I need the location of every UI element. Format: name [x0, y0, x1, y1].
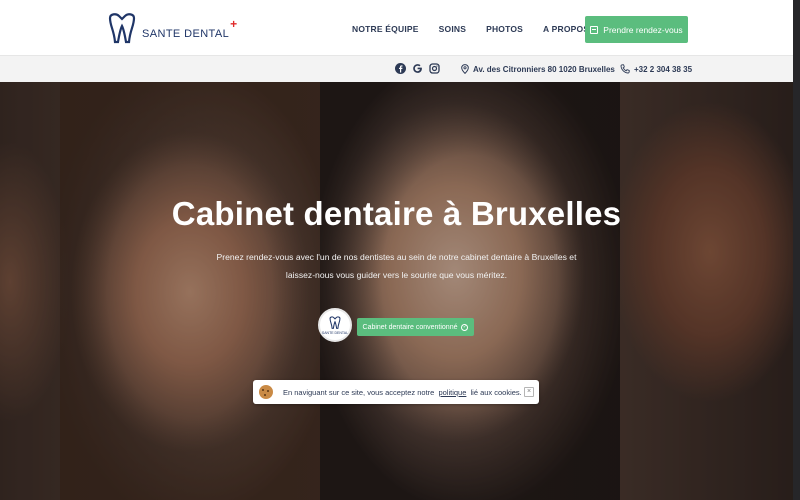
badge-logo-text: SANTE DENTAL — [321, 330, 349, 335]
calendar-icon — [590, 25, 599, 34]
instagram-icon[interactable] — [429, 63, 440, 74]
hero-title: Cabinet dentaire à Bruxelles — [171, 195, 622, 232]
browser-viewport: SANTE DENTAL+ NOTRE ÉQUIPE SOINS PHOTOS … — [0, 0, 793, 500]
scrollbar[interactable] — [793, 0, 800, 500]
logo-text: SANTE DENTAL+ — [142, 17, 238, 40]
nav-photos[interactable]: PHOTOS — [486, 24, 523, 34]
tooth-logo-icon — [329, 315, 341, 329]
book-appointment-button[interactable]: Prendre rendez-vous — [585, 16, 688, 43]
phone-icon — [620, 64, 630, 74]
map-pin-icon — [461, 64, 469, 74]
address[interactable]: Av. des Citronniers 80 1020 Bruxelles — [461, 64, 615, 74]
google-icon[interactable] — [412, 63, 423, 74]
cookie-icon — [259, 385, 273, 399]
site-header: SANTE DENTAL+ NOTRE ÉQUIPE SOINS PHOTOS … — [0, 2, 793, 55]
nav-a-propos[interactable]: A PROPOS — [543, 24, 589, 34]
cookie-text: En naviguant sur ce site, vous acceptez … — [283, 387, 522, 397]
check-circle-icon: ✓ — [461, 323, 469, 331]
nav-soins[interactable]: SOINS — [439, 24, 466, 34]
contact-bar: Av. des Citronniers 80 1020 Bruxelles +3… — [0, 55, 793, 82]
tooth-logo-icon — [108, 13, 136, 44]
site-logo[interactable]: SANTE DENTAL+ — [106, 12, 238, 46]
hero-overlay — [0, 82, 793, 500]
book-appointment-label: Prendre rendez-vous — [603, 24, 683, 35]
nav-notre-equipe[interactable]: NOTRE ÉQUIPE — [352, 24, 419, 34]
hero-subtitle: Prenez rendez-vous avec l'un de nos dent… — [216, 252, 577, 280]
conventionne-label: Cabinet dentaire conventionné — [362, 323, 458, 331]
conventionne-button[interactable]: Cabinet dentaire conventionné ✓ — [357, 318, 474, 336]
cookie-banner: En naviguant sur ce site, vous acceptez … — [253, 380, 539, 404]
cookie-policy-link[interactable]: politique — [438, 388, 466, 397]
hero-section: Cabinet dentaire à Bruxelles Prenez rend… — [0, 82, 793, 500]
badge-logo: SANTE DENTAL — [318, 308, 352, 342]
social-links — [395, 63, 440, 74]
phone-number: +32 2 304 38 35 — [634, 64, 693, 74]
facebook-icon[interactable] — [395, 63, 406, 74]
main-nav: NOTRE ÉQUIPE SOINS PHOTOS A PROPOS — [352, 24, 589, 34]
address-text: Av. des Citronniers 80 1020 Bruxelles — [473, 64, 615, 74]
cookie-close-button[interactable]: × — [524, 387, 534, 397]
phone[interactable]: +32 2 304 38 35 — [620, 64, 692, 74]
